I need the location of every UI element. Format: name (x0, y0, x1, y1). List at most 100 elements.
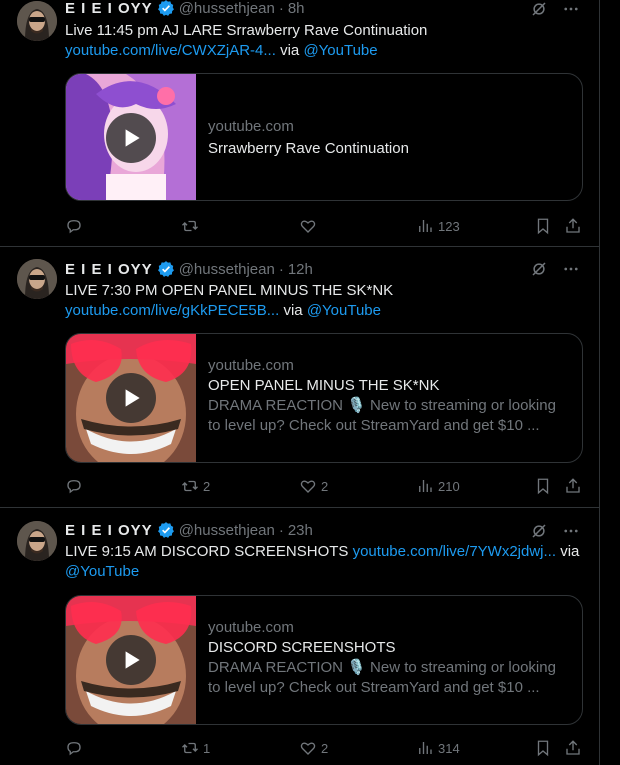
via-mention-link[interactable]: @YouTube (65, 563, 139, 580)
author-handle[interactable]: @hussethjean (179, 261, 275, 278)
play-icon[interactable] (106, 635, 156, 685)
play-icon[interactable] (106, 113, 156, 163)
retweet-button[interactable]: 2 (181, 476, 210, 496)
card-body: youtube.com Srrawberry Rave Continuation (208, 117, 570, 159)
views-icon (419, 480, 432, 492)
author-handle[interactable]: @hussethjean (179, 522, 275, 539)
grok-icon[interactable] (530, 0, 548, 18)
share-button[interactable] (564, 738, 582, 758)
tweet-link[interactable]: youtube.com/live/7YWx2jdwj... (353, 543, 556, 560)
verified-badge-icon (157, 521, 175, 539)
bookmark-button[interactable] (534, 476, 552, 496)
card-title: DISCORD SCREENSHOTS (208, 639, 396, 656)
avatar[interactable] (17, 1, 57, 41)
avatar[interactable] (17, 521, 57, 561)
more-icon[interactable] (562, 0, 580, 18)
card-title: OPEN PANEL MINUS THE SK*NK (208, 377, 440, 394)
like-count: 2 (321, 740, 329, 756)
card-domain: youtube.com (208, 118, 294, 135)
tweet-text-content: Live 11:45 pm AJ LARE Srrawberry Rave Co… (65, 22, 428, 39)
timestamp[interactable]: 8h (288, 0, 305, 17)
action-bar: 123 (65, 216, 585, 236)
share-button[interactable] (564, 216, 582, 236)
share-icon (566, 740, 580, 755)
like-icon (300, 220, 316, 233)
separator-dot: · (278, 260, 284, 278)
share-button[interactable] (564, 476, 582, 496)
via-text: via (283, 302, 303, 319)
tweet-text: Live 11:45 pm AJ LARE Srrawberry Rave Co… (65, 21, 585, 61)
bookmark-icon (537, 218, 549, 235)
like-icon (300, 480, 316, 493)
more-icon[interactable] (562, 260, 580, 278)
card-body: youtube.com DISCORD SCREENSHOTS DRAMA RE… (208, 618, 570, 698)
card-description: DRAMA REACTION 🎙️ New to streaming or lo… (208, 659, 556, 676)
link-card[interactable]: youtube.com Srrawberry Rave Continuation (65, 73, 583, 201)
via-mention-link[interactable]: @YouTube (303, 42, 377, 59)
grok-icon[interactable] (530, 260, 548, 278)
like-button[interactable]: 2 (299, 738, 328, 758)
card-title: Srrawberry Rave Continuation (208, 140, 409, 157)
share-icon (566, 478, 580, 493)
card-domain: youtube.com (208, 357, 294, 374)
views-icon (419, 742, 432, 754)
timeline: E I E I OYY @hussethjean · 8h Live 11:45… (0, 0, 600, 765)
views-button[interactable]: 210 (416, 476, 460, 496)
tweet-text: LIVE 7:30 PM OPEN PANEL MINUS THE SK*NK … (65, 281, 585, 321)
via-mention-link[interactable]: @YouTube (307, 302, 381, 319)
views-button[interactable]: 123 (416, 216, 460, 236)
via-text: via (280, 42, 300, 59)
author-handle[interactable]: @hussethjean (179, 0, 275, 17)
play-icon[interactable] (106, 373, 156, 423)
tweet-link[interactable]: youtube.com/live/gKkPECE5B... (65, 302, 279, 319)
views-button[interactable]: 314 (416, 738, 460, 758)
via-text: via (560, 543, 580, 560)
tweet-text: LIVE 9:15 AM DISCORD SCREENSHOTS youtube… (65, 542, 585, 582)
separator-dot: · (278, 0, 284, 17)
reply-button[interactable] (65, 476, 87, 496)
video-thumbnail[interactable] (66, 334, 196, 462)
like-button[interactable] (299, 216, 321, 236)
tweet[interactable]: E I E I OYY @hussethjean · 8h Live 11:45… (0, 0, 600, 247)
tweet-header: E I E I OYY @hussethjean · 12h (65, 259, 313, 279)
bookmark-icon (537, 740, 549, 757)
retweet-count: 1 (203, 740, 211, 756)
timestamp[interactable]: 23h (288, 522, 313, 539)
tweet-link[interactable]: youtube.com/live/CWXZjAR-4... (65, 42, 276, 59)
retweet-icon (182, 220, 198, 232)
verified-badge-icon (157, 0, 175, 17)
card-description: to level up? Check out StreamYard and ge… (208, 417, 540, 434)
bookmark-button[interactable] (534, 738, 552, 758)
link-card[interactable]: youtube.com OPEN PANEL MINUS THE SK*NK D… (65, 333, 583, 463)
card-description: DRAMA REACTION 🎙️ New to streaming or lo… (208, 397, 556, 414)
tweet-top-icons (530, 522, 580, 540)
timestamp[interactable]: 12h (288, 261, 313, 278)
author-name[interactable]: E I E I OYY (65, 0, 153, 17)
views-count: 210 (438, 478, 460, 494)
retweet-icon (182, 480, 198, 492)
tweet-header: E I E I OYY @hussethjean · 23h (65, 520, 313, 540)
reply-button[interactable] (65, 738, 87, 758)
link-card[interactable]: youtube.com DISCORD SCREENSHOTS DRAMA RE… (65, 595, 583, 725)
author-name[interactable]: E I E I OYY (65, 522, 153, 539)
retweet-button[interactable]: 1 (181, 738, 210, 758)
card-body: youtube.com OPEN PANEL MINUS THE SK*NK D… (208, 356, 570, 436)
reply-button[interactable] (65, 216, 87, 236)
author-name[interactable]: E I E I OYY (65, 261, 153, 278)
reply-icon (67, 220, 81, 234)
tweet[interactable]: E I E I OYY @hussethjean · 23h LIVE 9:15… (0, 508, 600, 765)
verified-badge-icon (157, 260, 175, 278)
views-icon (419, 220, 432, 232)
more-icon[interactable] (562, 522, 580, 540)
video-thumbnail[interactable] (66, 596, 196, 724)
grok-icon[interactable] (530, 522, 548, 540)
like-button[interactable]: 2 (299, 476, 328, 496)
card-domain: youtube.com (208, 619, 294, 636)
tweet[interactable]: E I E I OYY @hussethjean · 12h LIVE 7:30… (0, 247, 600, 508)
video-thumbnail[interactable] (66, 74, 196, 200)
bookmark-button[interactable] (534, 216, 552, 236)
tweet-top-icons (530, 260, 580, 278)
tweet-text-content: LIVE 7:30 PM OPEN PANEL MINUS THE SK*NK (65, 282, 394, 299)
avatar[interactable] (17, 259, 57, 299)
retweet-button[interactable] (181, 216, 203, 236)
